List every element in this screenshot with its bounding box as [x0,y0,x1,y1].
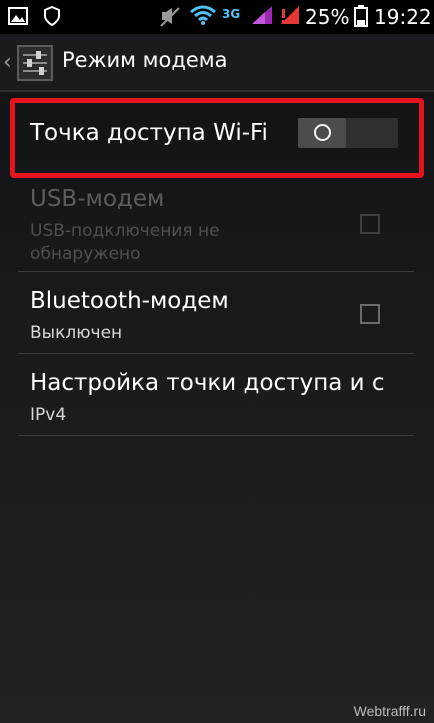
usb-modem-subtitle-line2: обнаружено [30,244,141,264]
bluetooth-modem-row[interactable]: Bluetooth-модем Выключен [18,272,414,354]
battery-percent: 25% [305,5,350,29]
highlight-frame [10,98,424,178]
usb-modem-row[interactable]: USB-модем USB-подключения не обнаружено [18,182,414,272]
back-chevron-icon[interactable]: ‹ [3,50,12,75]
status-bar: 3G 25% 19:22 [0,0,434,34]
signal-icon [251,5,273,29]
shield-icon [44,5,60,30]
gallery-icon [8,7,28,29]
battery-icon [354,5,368,31]
muted-icon [160,6,180,32]
settings-sliders-icon[interactable] [16,44,54,86]
clock: 19:22 [374,5,432,29]
usb-modem-subtitle-line1: USB-подключения не [30,221,220,241]
network-type-label: 3G [222,7,241,21]
screen: 3G 25% 19:22 ‹ Режим модема Точка доступ… [0,0,434,723]
hotspot-settings-subtitle: IPv4 [30,405,67,425]
wifi-icon [190,5,216,29]
hotspot-settings-title: Настройка точки доступа и с [30,370,385,396]
watermark: Webtrafff.ru [353,703,426,719]
bluetooth-modem-title: Bluetooth-модем [30,288,229,314]
signal-alert-icon [280,5,302,29]
usb-modem-checkbox[interactable] [360,214,380,234]
usb-modem-title: USB-модем [30,186,165,212]
hotspot-settings-row[interactable]: Настройка точки доступа и с IPv4 [18,354,414,436]
action-bar: ‹ Режим модема [0,34,434,92]
bluetooth-modem-subtitle: Выключен [30,323,123,343]
bluetooth-modem-checkbox[interactable] [360,304,380,324]
page-title: Режим модема [62,48,228,72]
